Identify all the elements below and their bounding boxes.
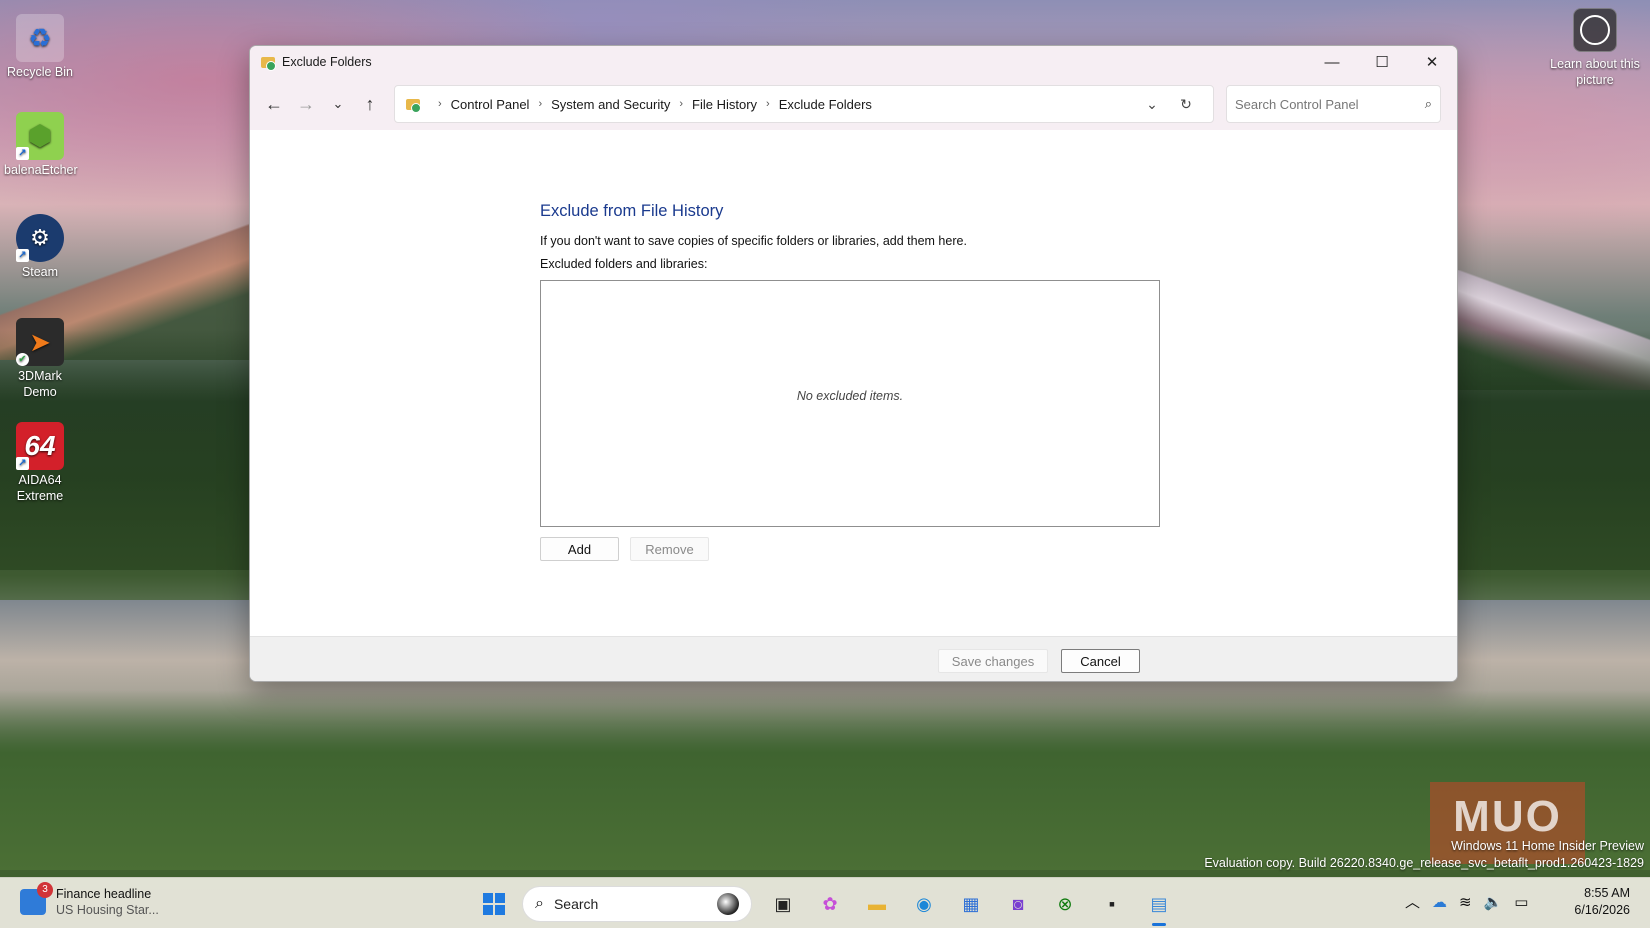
- clock[interactable]: 8:55 AM 6/16/2026: [1574, 885, 1630, 919]
- edge-browser-icon[interactable]: ◉: [905, 885, 943, 923]
- up-arrow-icon[interactable]: ↑: [354, 88, 386, 120]
- desktop-icon-balenaetcher[interactable]: ⬢ ↗ balenaEtcher: [4, 112, 78, 178]
- exclude-folders-window: Exclude Folders — ☐ ✕ ← → ⌄ ↑ › Control …: [249, 45, 1458, 682]
- notification-badge: 3: [37, 882, 53, 898]
- forward-arrow-icon[interactable]: →: [290, 88, 322, 120]
- desktop-icon-label: Recycle Bin: [7, 65, 73, 79]
- desktop-icon-label: balenaEtcher: [4, 163, 78, 177]
- copilot-icon[interactable]: ✿: [811, 885, 849, 923]
- start-windows-icon[interactable]: [475, 885, 513, 923]
- desktop-icon-steam[interactable]: ⚙ ↗ Steam: [4, 214, 76, 280]
- finance-news-icon: 3: [20, 882, 53, 915]
- volume-icon[interactable]: 🔈: [1484, 893, 1503, 911]
- control-panel-taskbar-icon[interactable]: ▤: [1140, 885, 1178, 926]
- terminal-icon[interactable]: ▪: [1093, 885, 1131, 923]
- widgets-button[interactable]: 3 Finance headline US Housing Star...: [20, 882, 159, 918]
- 3dmark-icon: ➤ ✔: [16, 318, 64, 366]
- onedrive-icon[interactable]: ☁: [1432, 893, 1447, 911]
- breadcrumb-separator-icon: ›: [438, 98, 442, 110]
- cancel-button[interactable]: Cancel: [1061, 649, 1140, 673]
- pinned-app-icon[interactable]: ◙: [999, 885, 1037, 923]
- address-history-chevron-icon[interactable]: ⌄: [1135, 96, 1169, 113]
- page-title: Exclude from File History: [540, 202, 724, 220]
- breadcrumb-control-panel[interactable]: Control Panel: [451, 97, 530, 112]
- evaluation-watermark: Windows 11 Home Insider Preview Evaluati…: [1204, 838, 1644, 872]
- breadcrumb-system-and-security[interactable]: System and Security: [551, 97, 670, 112]
- page-description: If you don't want to save copies of spec…: [540, 234, 967, 248]
- aida64-icon: 64 ↗: [16, 422, 64, 470]
- desktop-icon-label: Steam: [21, 265, 59, 279]
- taskbar-search-label: Search: [553, 896, 599, 912]
- navigation-bar: ← → ⌄ ↑ › Control Panel › System and Sec…: [250, 78, 1457, 130]
- window-title: Exclude Folders: [282, 55, 372, 69]
- wifi-icon[interactable]: ≋: [1459, 893, 1472, 911]
- battery-icon[interactable]: ▭: [1514, 893, 1528, 911]
- windows-logo-icon: [483, 893, 505, 915]
- desktop-icon-label: 3DMark Demo: [18, 369, 62, 399]
- shortcut-arrow-icon: ↗: [16, 249, 29, 262]
- system-tray: ︿ ☁ ≋ 🔈 ▭: [1405, 891, 1540, 912]
- main-content: Exclude from File History If you don't w…: [250, 130, 1457, 600]
- search-highlight-icon: [717, 893, 739, 915]
- desktop-icon-recycle-bin[interactable]: ♻ Recycle Bin: [4, 14, 76, 80]
- excluded-list-label: Excluded folders and libraries:: [540, 257, 708, 271]
- close-button[interactable]: ✕: [1407, 46, 1457, 78]
- back-arrow-icon[interactable]: ←: [258, 88, 290, 120]
- minimize-button[interactable]: —: [1307, 46, 1357, 78]
- learn-about-picture[interactable]: Learn about this picture: [1545, 8, 1645, 88]
- camera-icon: [1573, 8, 1617, 52]
- balenaetcher-icon: ⬢ ↗: [16, 112, 64, 160]
- taskbar: 3 Finance headline US Housing Star... ⌕ …: [0, 877, 1650, 928]
- desktop-icon-3dmark[interactable]: ➤ ✔ 3DMark Demo: [4, 318, 76, 400]
- maximize-button[interactable]: ☐: [1357, 46, 1407, 78]
- file-explorer-icon[interactable]: ▬: [858, 885, 896, 923]
- watermark-edition: Windows 11 Home Insider Preview: [1451, 839, 1644, 853]
- remove-button[interactable]: Remove: [630, 537, 709, 561]
- breadcrumb-separator-icon[interactable]: ›: [679, 98, 683, 110]
- clock-time: 8:55 AM: [1584, 886, 1630, 900]
- xbox-icon[interactable]: ⊗: [1046, 885, 1084, 923]
- clock-date: 6/16/2026: [1574, 903, 1630, 917]
- watermark-build: Evaluation copy. Build 26220.8340.ge_rel…: [1204, 856, 1644, 870]
- show-hidden-icons-chevron-icon[interactable]: ︿: [1405, 891, 1420, 912]
- breadcrumb-file-history[interactable]: File History: [692, 97, 757, 112]
- empty-list-message: No excluded items.: [796, 388, 904, 403]
- add-button[interactable]: Add: [540, 537, 619, 561]
- control-panel-icon: [405, 96, 421, 113]
- taskbar-apps: ⌕ Search ▣ ✿ ▬ ◉ ▦ ◙ ⊗ ▪ ▤: [475, 885, 1187, 926]
- save-changes-button[interactable]: Save changes: [938, 649, 1048, 673]
- taskbar-search[interactable]: ⌕ Search: [522, 886, 752, 922]
- learn-about-picture-label: Learn about this picture: [1550, 57, 1640, 87]
- desktop-icon-label: AIDA64 Extreme: [16, 473, 64, 503]
- excluded-items-list[interactable]: No excluded items.: [540, 280, 1160, 527]
- breadcrumb-separator-icon[interactable]: ›: [766, 98, 770, 110]
- refresh-icon[interactable]: ↻: [1169, 96, 1203, 113]
- search-box[interactable]: ⌕: [1226, 85, 1441, 123]
- search-icon: ⌕: [535, 895, 544, 912]
- recycle-bin-icon: ♻: [16, 14, 64, 62]
- search-icon[interactable]: ⌕: [1425, 96, 1432, 112]
- sync-check-icon: ✔: [16, 353, 29, 366]
- dialog-footer: Save changes Cancel: [250, 636, 1457, 681]
- address-bar[interactable]: › Control Panel › System and Security › …: [394, 85, 1214, 123]
- shortcut-arrow-icon: ↗: [16, 457, 29, 470]
- search-input[interactable]: [1235, 96, 1425, 112]
- microsoft-store-icon[interactable]: ▦: [952, 885, 990, 923]
- recent-locations-chevron-icon[interactable]: ⌄: [322, 88, 354, 120]
- task-view-icon[interactable]: ▣: [764, 885, 802, 923]
- breadcrumb-separator-icon[interactable]: ›: [538, 98, 542, 110]
- steam-icon: ⚙ ↗: [16, 214, 64, 262]
- desktop-icon-aida64[interactable]: 64 ↗ AIDA64 Extreme: [4, 422, 76, 504]
- control-panel-icon: [260, 54, 276, 71]
- title-bar[interactable]: Exclude Folders — ☐ ✕: [250, 46, 1457, 78]
- breadcrumb-exclude-folders[interactable]: Exclude Folders: [779, 97, 872, 112]
- shortcut-arrow-icon: ↗: [16, 147, 29, 160]
- widget-headline: Finance headline: [56, 887, 152, 901]
- widget-subtitle: US Housing Star...: [56, 903, 159, 917]
